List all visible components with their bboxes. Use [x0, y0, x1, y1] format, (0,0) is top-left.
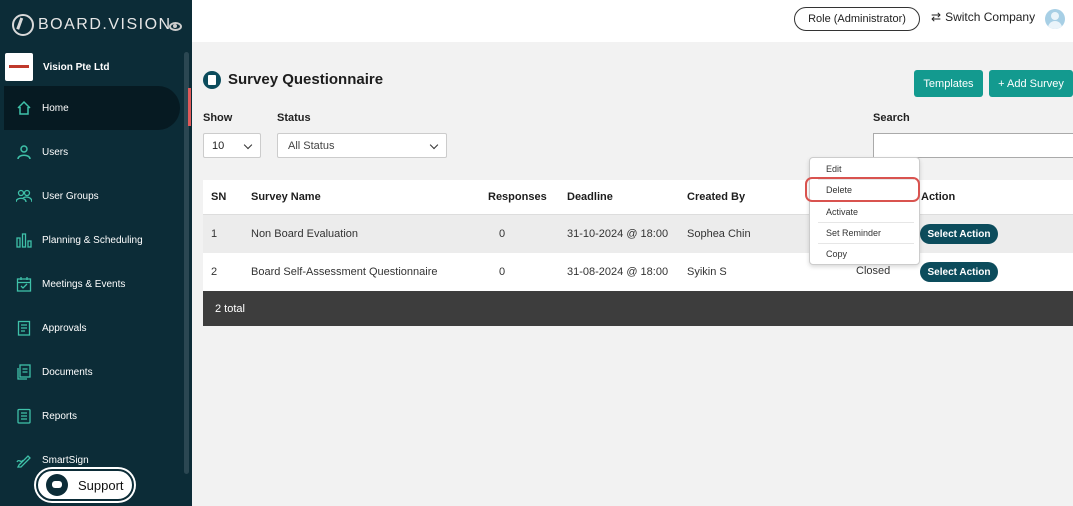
header-sn[interactable]: SN — [211, 191, 226, 203]
survey-icon — [203, 71, 221, 89]
cell-survey-name: Board Self-Assessment Questionnaire — [251, 266, 438, 278]
menu-item-activate[interactable]: Activate — [826, 207, 858, 217]
pen-icon — [16, 452, 32, 468]
sidebar-item-label: Reports — [42, 410, 78, 422]
menu-item-copy[interactable]: Copy — [826, 249, 847, 259]
status-select[interactable]: All Status — [277, 133, 447, 158]
sidebar-item-users[interactable]: Users — [0, 130, 184, 174]
sidebar-item-planning[interactable]: Planning & Scheduling — [0, 218, 184, 262]
header-responses[interactable]: Responses — [488, 191, 547, 203]
avatar[interactable] — [1045, 9, 1065, 29]
home-icon — [16, 100, 32, 116]
sidebar-item-label: Home — [42, 102, 69, 114]
sidebar-item-label: Meetings & Events — [42, 278, 126, 290]
table-row: 1 Non Board Evaluation 0 31-10-2024 @ 18… — [203, 215, 1073, 253]
sidebar: BOARD.VISION Vision Pte Ltd Home Users U… — [0, 0, 192, 506]
calendar-icon — [16, 276, 32, 292]
cell-survey-name: Non Board Evaluation — [251, 228, 359, 240]
sidebar-item-reports[interactable]: Reports — [0, 394, 184, 438]
table-row: 2 Board Self-Assessment Questionnaire 0 … — [203, 253, 1073, 291]
report-icon — [16, 408, 32, 424]
swap-icon: ⇄ — [931, 10, 942, 24]
show-entries-select[interactable]: 10 — [203, 133, 261, 158]
add-survey-button[interactable]: + Add Survey — [989, 70, 1073, 97]
search-label: Search — [873, 112, 910, 124]
top-bar: Role (Administrator) ⇄ Switch Company — [192, 0, 1073, 42]
role-button[interactable]: Role (Administrator) — [794, 7, 920, 31]
search-input[interactable] — [873, 133, 1073, 158]
sidebar-item-approvals[interactable]: Approvals — [0, 306, 184, 350]
status-label: Status — [277, 112, 311, 124]
chat-icon — [46, 474, 68, 496]
company-selector[interactable]: Vision Pte Ltd — [5, 53, 110, 81]
menu-item-edit[interactable]: Edit — [826, 164, 842, 174]
sidebar-item-label: Users — [42, 146, 69, 158]
cell-sn: 2 — [211, 266, 218, 278]
cell-deadline: 31-08-2024 @ 18:00 — [567, 266, 669, 278]
delete-highlight — [805, 177, 920, 202]
clipboard-icon — [16, 320, 32, 336]
cell-status: Closed — [856, 265, 891, 277]
brand-logo-text: BOARD.VISION — [38, 16, 172, 33]
sidebar-item-home[interactable]: Home — [4, 86, 180, 130]
brand-logo[interactable]: BOARD.VISION — [12, 14, 172, 36]
show-entries-value: 10 — [212, 139, 225, 152]
user-groups-icon — [16, 188, 32, 204]
cell-created-by: Sophea Chin — [687, 228, 751, 240]
chevron-down-icon — [243, 140, 253, 150]
header-deadline[interactable]: Deadline — [567, 191, 613, 203]
header-survey-name[interactable]: Survey Name — [251, 191, 321, 203]
sidebar-item-label: Planning & Scheduling — [42, 234, 143, 246]
table-footer: 2 total — [203, 291, 1073, 326]
sidebar-item-label: SmartSign — [42, 454, 89, 466]
select-action-button[interactable]: Select Action — [920, 262, 998, 282]
cell-created-by: Syikin S — [687, 266, 727, 278]
table-header: SN Survey Name Responses Deadline Create… — [203, 180, 1073, 215]
switch-company-link[interactable]: ⇄ Switch Company — [931, 10, 1035, 24]
sidebar-item-documents[interactable]: Documents — [0, 350, 184, 394]
status-value: All Status — [288, 139, 335, 152]
eye-icon[interactable] — [169, 22, 182, 31]
sidebar-item-meetings[interactable]: Meetings & Events — [0, 262, 184, 306]
support-label: Support — [78, 477, 124, 493]
documents-icon — [16, 364, 32, 380]
cell-deadline: 31-10-2024 @ 18:00 — [567, 228, 669, 240]
board-vision-logo-icon — [12, 14, 34, 36]
menu-divider — [818, 222, 914, 223]
sidebar-item-label: Documents — [42, 366, 93, 378]
cell-responses: 0 — [499, 228, 506, 240]
chevron-down-icon — [429, 140, 439, 150]
cell-sn: 1 — [211, 228, 218, 240]
select-action-button[interactable]: Select Action — [920, 224, 998, 244]
templates-button[interactable]: Templates — [914, 70, 983, 97]
survey-table: SN Survey Name Responses Deadline Create… — [203, 180, 1073, 326]
menu-divider — [818, 243, 914, 244]
active-indicator — [188, 88, 191, 126]
header-created-by[interactable]: Created By — [687, 191, 745, 203]
sidebar-item-label: User Groups — [42, 190, 99, 202]
menu-item-set-reminder[interactable]: Set Reminder — [826, 228, 881, 238]
page-title: Survey Questionnaire — [228, 71, 384, 88]
sidebar-item-label: Approvals — [42, 322, 87, 334]
company-logo — [5, 53, 33, 81]
action-menu: Edit Delete Activate Set Reminder Copy — [809, 157, 920, 265]
user-icon — [16, 144, 32, 160]
sidebar-nav: Home Users User Groups Planning & Schedu… — [0, 86, 184, 482]
sidebar-item-user-groups[interactable]: User Groups — [0, 174, 184, 218]
show-label: Show — [203, 112, 233, 124]
bar-chart-icon — [16, 232, 32, 248]
company-name: Vision Pte Ltd — [43, 61, 110, 73]
header-action: Action — [921, 191, 956, 203]
cell-responses: 0 — [499, 266, 506, 278]
support-button[interactable]: Support — [36, 469, 134, 501]
switch-company-label: Switch Company — [945, 10, 1036, 24]
